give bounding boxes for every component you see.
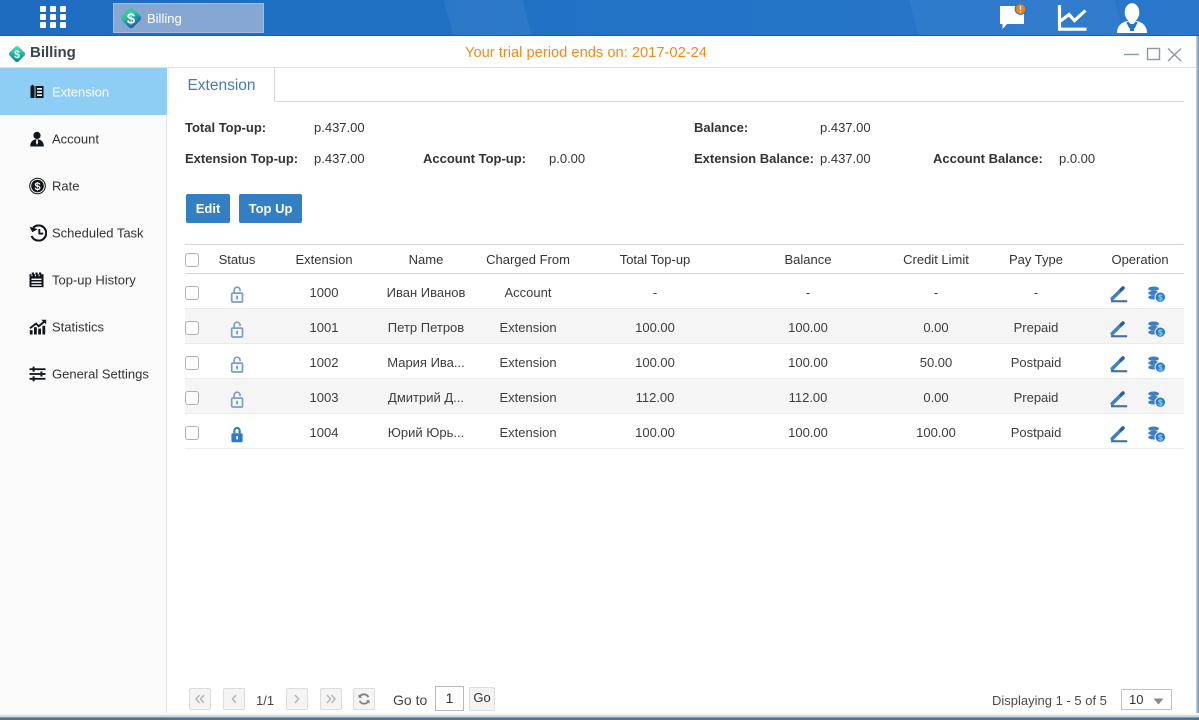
svg-text:$: $	[1158, 292, 1163, 302]
svg-text:$: $	[34, 181, 40, 193]
svg-text:$: $	[1158, 362, 1163, 372]
svg-text:!: !	[1019, 5, 1022, 15]
svg-text:$: $	[127, 11, 136, 28]
svg-text:$: $	[1158, 327, 1163, 337]
svg-text:$: $	[1158, 432, 1163, 442]
svg-text:$: $	[1158, 397, 1163, 407]
